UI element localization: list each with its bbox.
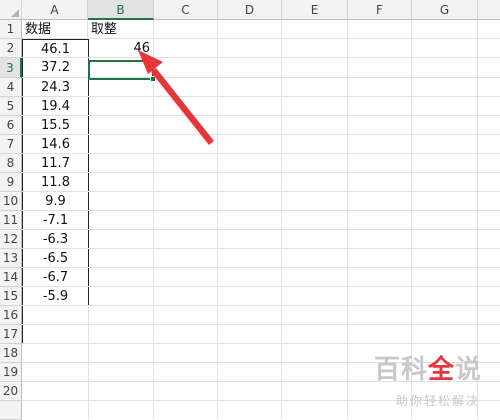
cell-a5[interactable]: 19.4 <box>22 97 89 116</box>
cell-a2[interactable]: 46.1 <box>22 39 89 58</box>
column-header-e[interactable]: E <box>282 0 348 20</box>
cell-a3[interactable]: 37.2 <box>22 58 89 78</box>
fill-handle[interactable] <box>150 76 156 82</box>
row-header-7[interactable]: 7 <box>0 135 22 154</box>
watermark-logo: 百科全说 <box>373 355 482 385</box>
cell-a9[interactable]: 11.8 <box>22 173 89 192</box>
row-header-1[interactable]: 1 <box>0 20 22 39</box>
row-header-19[interactable]: 19 <box>0 363 22 382</box>
column-header-overflow <box>478 0 500 20</box>
row-header-11[interactable]: 11 <box>0 211 22 230</box>
cell-b2[interactable]: 46 <box>88 39 154 58</box>
cell-a16[interactable] <box>22 306 89 325</box>
row-header-10[interactable]: 10 <box>0 192 22 211</box>
cell-b1[interactable]: 取整 <box>88 20 154 39</box>
row-header-4[interactable]: 4 <box>0 78 22 97</box>
row-header-17[interactable]: 17 <box>0 325 22 344</box>
cell-a13[interactable]: -6.5 <box>22 249 89 268</box>
cell-a12[interactable]: -6.3 <box>22 230 89 249</box>
row-header-18[interactable]: 18 <box>0 344 22 363</box>
column-header-f[interactable]: F <box>348 0 412 20</box>
row-header-5[interactable]: 5 <box>0 97 22 116</box>
cell-a10[interactable]: 9.9 <box>22 192 89 211</box>
cell-a17[interactable] <box>22 325 89 344</box>
cell-a7[interactable]: 14.6 <box>22 135 89 154</box>
row-header-16[interactable]: 16 <box>0 306 22 325</box>
selected-cell-b3[interactable] <box>88 60 154 80</box>
row-header-overflow <box>0 401 22 420</box>
column-header-b[interactable]: B <box>88 0 154 20</box>
watermark-subtitle: 助你轻松解决 <box>395 394 480 408</box>
cell-a4[interactable]: 24.3 <box>22 78 89 97</box>
row-header-2[interactable]: 2 <box>0 39 22 58</box>
cell-a1[interactable]: 数据 <box>22 20 88 39</box>
row-header-9[interactable]: 9 <box>0 173 22 192</box>
column-header-c[interactable]: C <box>154 0 218 20</box>
select-all-triangle-icon <box>11 9 19 17</box>
cell-a15[interactable]: -5.9 <box>22 287 89 306</box>
cell-a8[interactable]: 11.7 <box>22 154 89 173</box>
column-header-g[interactable]: G <box>412 0 478 20</box>
spreadsheet-grid: A B C D E F G 1 2 3 4 5 6 7 8 9 10 11 12… <box>0 0 500 420</box>
cell-a14[interactable]: -6.7 <box>22 268 89 287</box>
column-header-a[interactable]: A <box>22 0 88 20</box>
row-header-13[interactable]: 13 <box>0 249 22 268</box>
row-header-6[interactable]: 6 <box>0 116 22 135</box>
row-header-12[interactable]: 12 <box>0 230 22 249</box>
row-header-20[interactable]: 20 <box>0 382 22 401</box>
cell-a6[interactable]: 15.5 <box>22 116 89 135</box>
column-header-d[interactable]: D <box>218 0 282 20</box>
select-all-corner[interactable] <box>0 0 22 20</box>
row-header-14[interactable]: 14 <box>0 268 22 287</box>
row-header-15[interactable]: 15 <box>0 287 22 306</box>
row-header-8[interactable]: 8 <box>0 154 22 173</box>
row-header-3[interactable]: 3 <box>0 58 22 78</box>
cell-a11[interactable]: -7.1 <box>22 211 89 230</box>
